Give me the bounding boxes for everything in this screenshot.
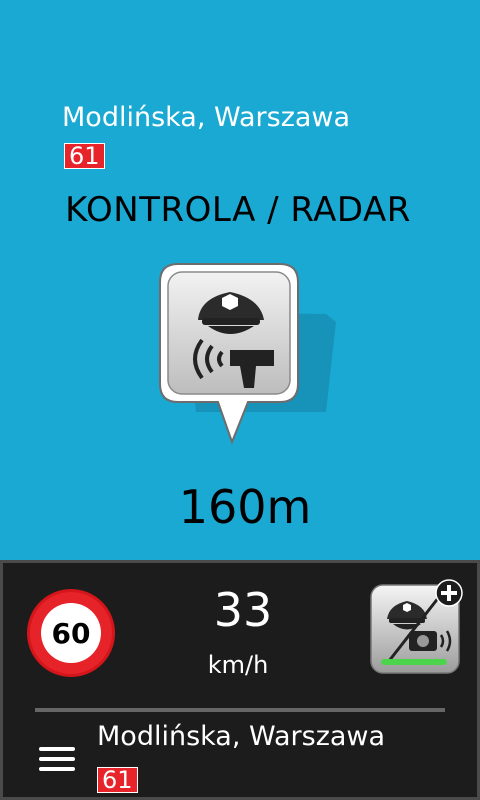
police-radar-icon	[159, 263, 336, 445]
speed-limit-value: 60	[52, 617, 91, 650]
menu-button[interactable]	[37, 745, 77, 775]
hamburger-menu-icon	[39, 747, 75, 751]
divider	[35, 708, 445, 712]
hamburger-line	[39, 757, 75, 761]
dashboard-panel: 60 33 km/h Modlińska, Warszawa 61	[0, 560, 480, 800]
current-street-name: Modlińska, Warszawa	[97, 721, 386, 752]
current-road-number-badge: 61	[97, 767, 138, 793]
current-speed: 33	[213, 583, 273, 637]
hamburger-line	[39, 767, 75, 771]
alert-road-number-badge: 61	[64, 143, 105, 169]
alert-distance: 160m	[178, 480, 312, 534]
alert-title: KONTROLA / RADAR	[65, 190, 411, 230]
alert-street-name: Modlińska, Warszawa	[62, 102, 351, 133]
speed-limit-sign: 60	[27, 589, 115, 677]
report-police-radar-button[interactable]	[369, 579, 465, 675]
speed-unit: km/h	[207, 651, 269, 679]
alert-panel: Modlińska, Warszawa 61 KONTROLA / RADAR …	[0, 0, 480, 560]
